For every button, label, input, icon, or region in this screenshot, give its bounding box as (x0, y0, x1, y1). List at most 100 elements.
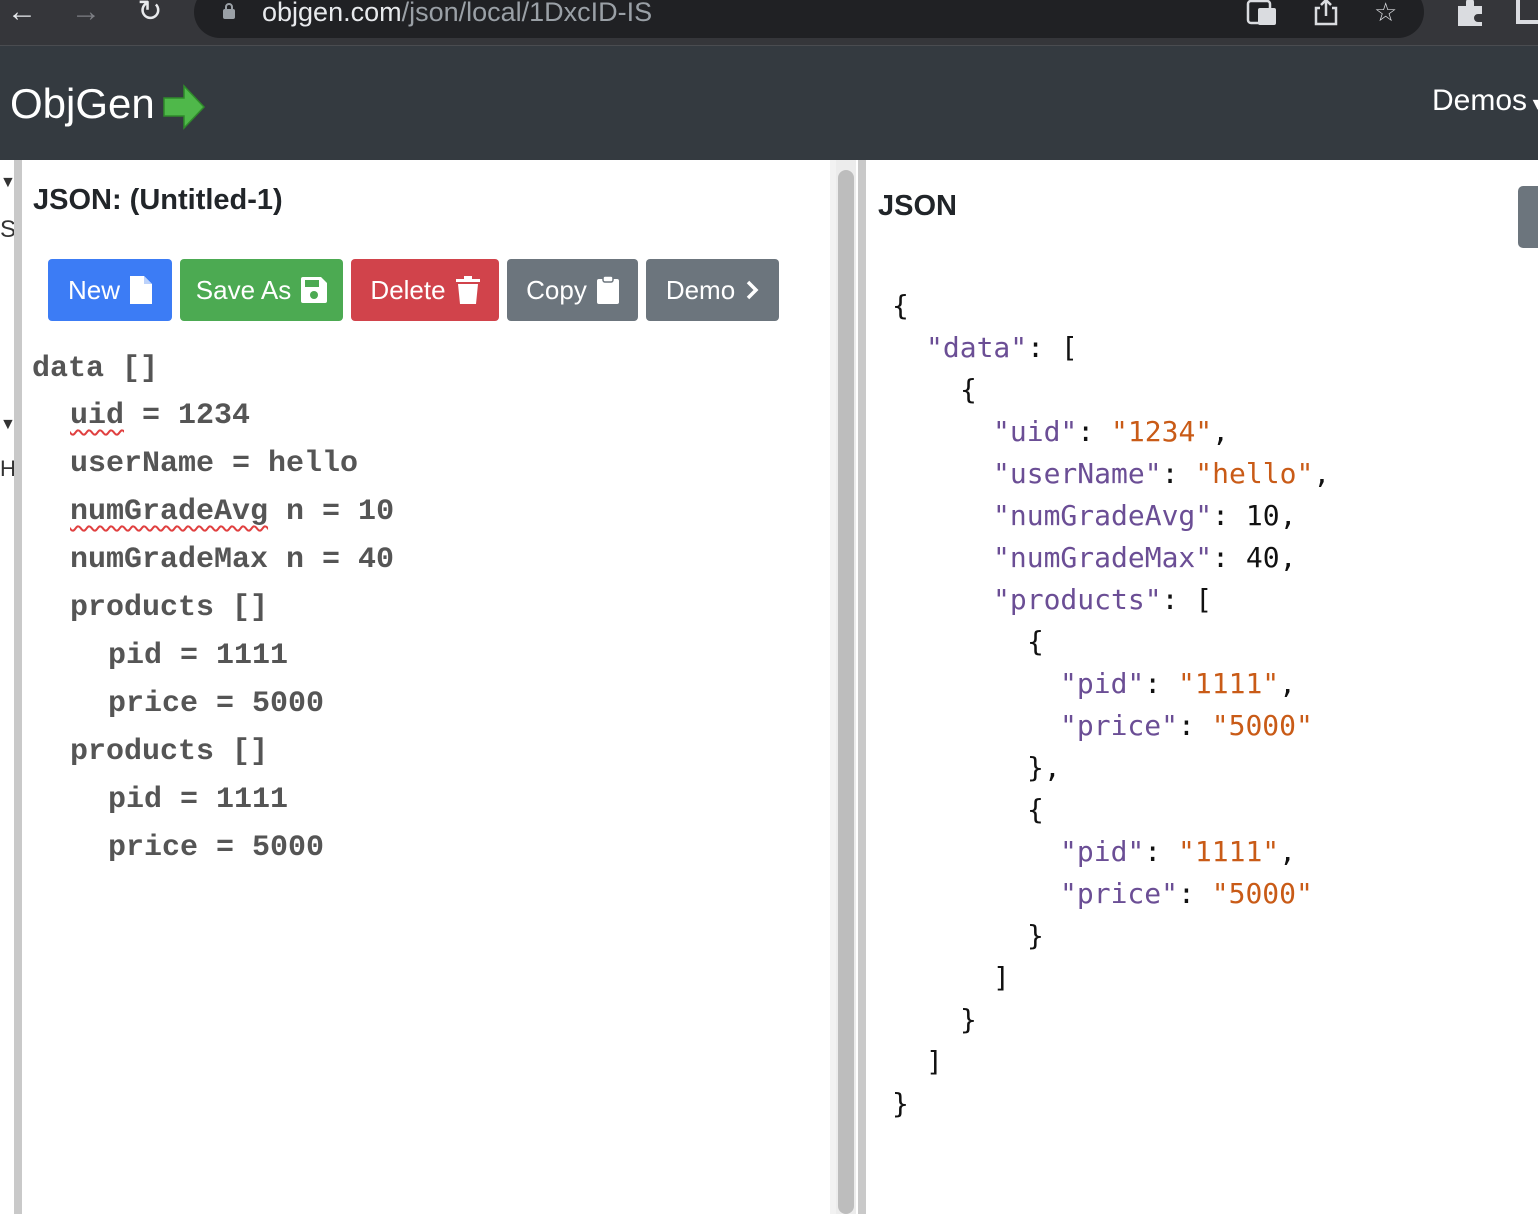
json-line: "pid": "1111", (1060, 835, 1297, 868)
panel-border (14, 160, 22, 1214)
translate-icon[interactable] (1246, 0, 1278, 26)
editor-panel: JSON: (Untitled-1) New Save As Delete Co… (22, 160, 830, 1214)
lock-icon (223, 3, 235, 19)
back-arrow-icon[interactable]: ← (2, 0, 42, 30)
editor-line: price = 5000 (108, 831, 325, 865)
editor-line: pid = 1111 (108, 639, 289, 673)
json-key: "numGradeMax" (993, 541, 1213, 574)
json-punct: : [ (1161, 583, 1213, 616)
url-host: objgen.com (262, 0, 402, 27)
editor-line: pid = 1111 (108, 783, 289, 817)
json-key: "data" (926, 331, 1028, 364)
caret-down-icon[interactable]: ▼ (0, 174, 14, 192)
json-value: "hello" (1195, 457, 1314, 490)
spellcheck-word: uid (70, 399, 125, 433)
json-value: "5000" (1211, 709, 1313, 742)
collapsed-sidebar: ▼ S ▼ H (0, 160, 14, 1214)
url-text: objgen.com/json/local/1DxcID-IS (262, 0, 652, 26)
json-line: ] (926, 1045, 943, 1078)
share-icon[interactable] (1312, 0, 1340, 26)
editor-line: price = 5000 (108, 687, 325, 721)
editor-line-rest: = 1234 (124, 399, 251, 433)
forward-arrow-icon[interactable]: → (66, 0, 106, 30)
clipboard-icon (596, 276, 619, 304)
new-button[interactable]: New (48, 259, 172, 321)
json-line: "products": [ (993, 579, 1212, 621)
json-key: "numGradeAvg" (993, 499, 1213, 532)
json-value: "5000" (1211, 877, 1313, 910)
editor-line: data [] (32, 352, 159, 386)
demos-label: Demos (1432, 84, 1528, 117)
editor-line: numGradeMax n = 40 (70, 543, 395, 577)
bookmark-star-icon[interactable]: ☆ (1374, 0, 1397, 25)
side-tab[interactable] (1518, 186, 1538, 248)
editor-title: JSON: (Untitled-1) (33, 184, 283, 216)
json-line: } (892, 1087, 909, 1120)
copy-button-label: Copy (526, 275, 587, 305)
json-key: "products" (993, 583, 1162, 616)
editor-line: products [] (70, 591, 269, 625)
brand-arrow-icon (163, 84, 206, 130)
profile-icon[interactable] (1516, 0, 1538, 24)
json-line: "price": "5000" (1060, 709, 1313, 742)
demos-menu[interactable]: Demos ▾ (1432, 84, 1538, 121)
save-as-button[interactable]: Save As (180, 259, 343, 321)
json-punct: : [ (1027, 331, 1078, 364)
panel-border (858, 160, 866, 1214)
json-line: { (960, 373, 977, 406)
new-button-label: New (67, 275, 120, 305)
json-line: { (1027, 793, 1044, 826)
json-line: "numGradeAvg": 10, (993, 499, 1297, 532)
extensions-puzzle-icon[interactable] (1454, 0, 1486, 26)
file-icon (130, 276, 152, 304)
editor-line: numGradeAvg n = 10 (70, 492, 394, 532)
address-bar[interactable]: objgen.com/json/local/1DxcID-IS (194, 0, 1424, 38)
scrollbar-thumb[interactable] (838, 170, 854, 1214)
chevron-right-icon (746, 280, 759, 300)
delete-button-label: Delete (370, 275, 446, 305)
json-line: "price": "5000" (1060, 877, 1313, 910)
json-line: "userName": "hello", (993, 457, 1331, 490)
sidebar-text-s: S (0, 216, 14, 243)
json-key: "pid" (1060, 667, 1145, 700)
spellcheck-word: numGradeAvg (70, 495, 269, 529)
json-number: 40 (1245, 541, 1280, 574)
json-key: "userName" (993, 457, 1162, 490)
json-value: "1111" (1178, 835, 1280, 868)
browser-toolbar: ← → ↻ objgen.com/json/local/1DxcID-IS ☆ (0, 0, 1538, 46)
json-line: "numGradeMax": 40, (993, 541, 1297, 574)
editor-line: userName = hello (70, 447, 359, 481)
app-navbar: ObjGen Demos ▾ (0, 46, 1538, 160)
chevron-down-icon: ▾ (1532, 93, 1538, 115)
json-line: { (892, 289, 909, 322)
caret-down-icon[interactable]: ▼ (0, 416, 14, 434)
brand-logo[interactable]: ObjGen (10, 80, 155, 128)
json-line: "data": [ (926, 327, 1078, 369)
demo-button[interactable]: Demo (646, 259, 779, 321)
json-output-panel: JSON { "data": [ { "uid": "1234", "userN… (866, 160, 1538, 1214)
json-value: "1234" (1111, 415, 1213, 448)
json-line: } (1027, 919, 1044, 952)
json-key: "pid" (1060, 835, 1145, 868)
json-line: } (960, 1003, 977, 1036)
json-value: "1111" (1178, 667, 1280, 700)
trash-icon (455, 276, 480, 304)
json-number: 10 (1245, 499, 1280, 532)
url-path: /json/local/1DxcID-IS (401, 0, 653, 27)
json-key: "uid" (993, 415, 1078, 448)
json-line: "uid": "1234", (993, 415, 1230, 448)
editor-line-rest: n = 10 (268, 495, 395, 529)
save-as-button-label: Save As (195, 275, 292, 305)
copy-button[interactable]: Copy (507, 259, 638, 321)
reload-icon[interactable]: ↻ (130, 0, 170, 30)
json-line: }, (1027, 751, 1061, 784)
editor-line: products [] (70, 735, 269, 769)
save-disk-icon (301, 277, 328, 303)
editor-line: uid = 1234 (70, 396, 250, 436)
demo-button-label: Demo (665, 275, 736, 305)
json-line: { (1027, 625, 1044, 658)
json-line: "pid": "1111", (1060, 667, 1297, 700)
json-key: "price" (1060, 877, 1179, 910)
output-title: JSON (878, 190, 957, 222)
delete-button[interactable]: Delete (351, 259, 499, 321)
